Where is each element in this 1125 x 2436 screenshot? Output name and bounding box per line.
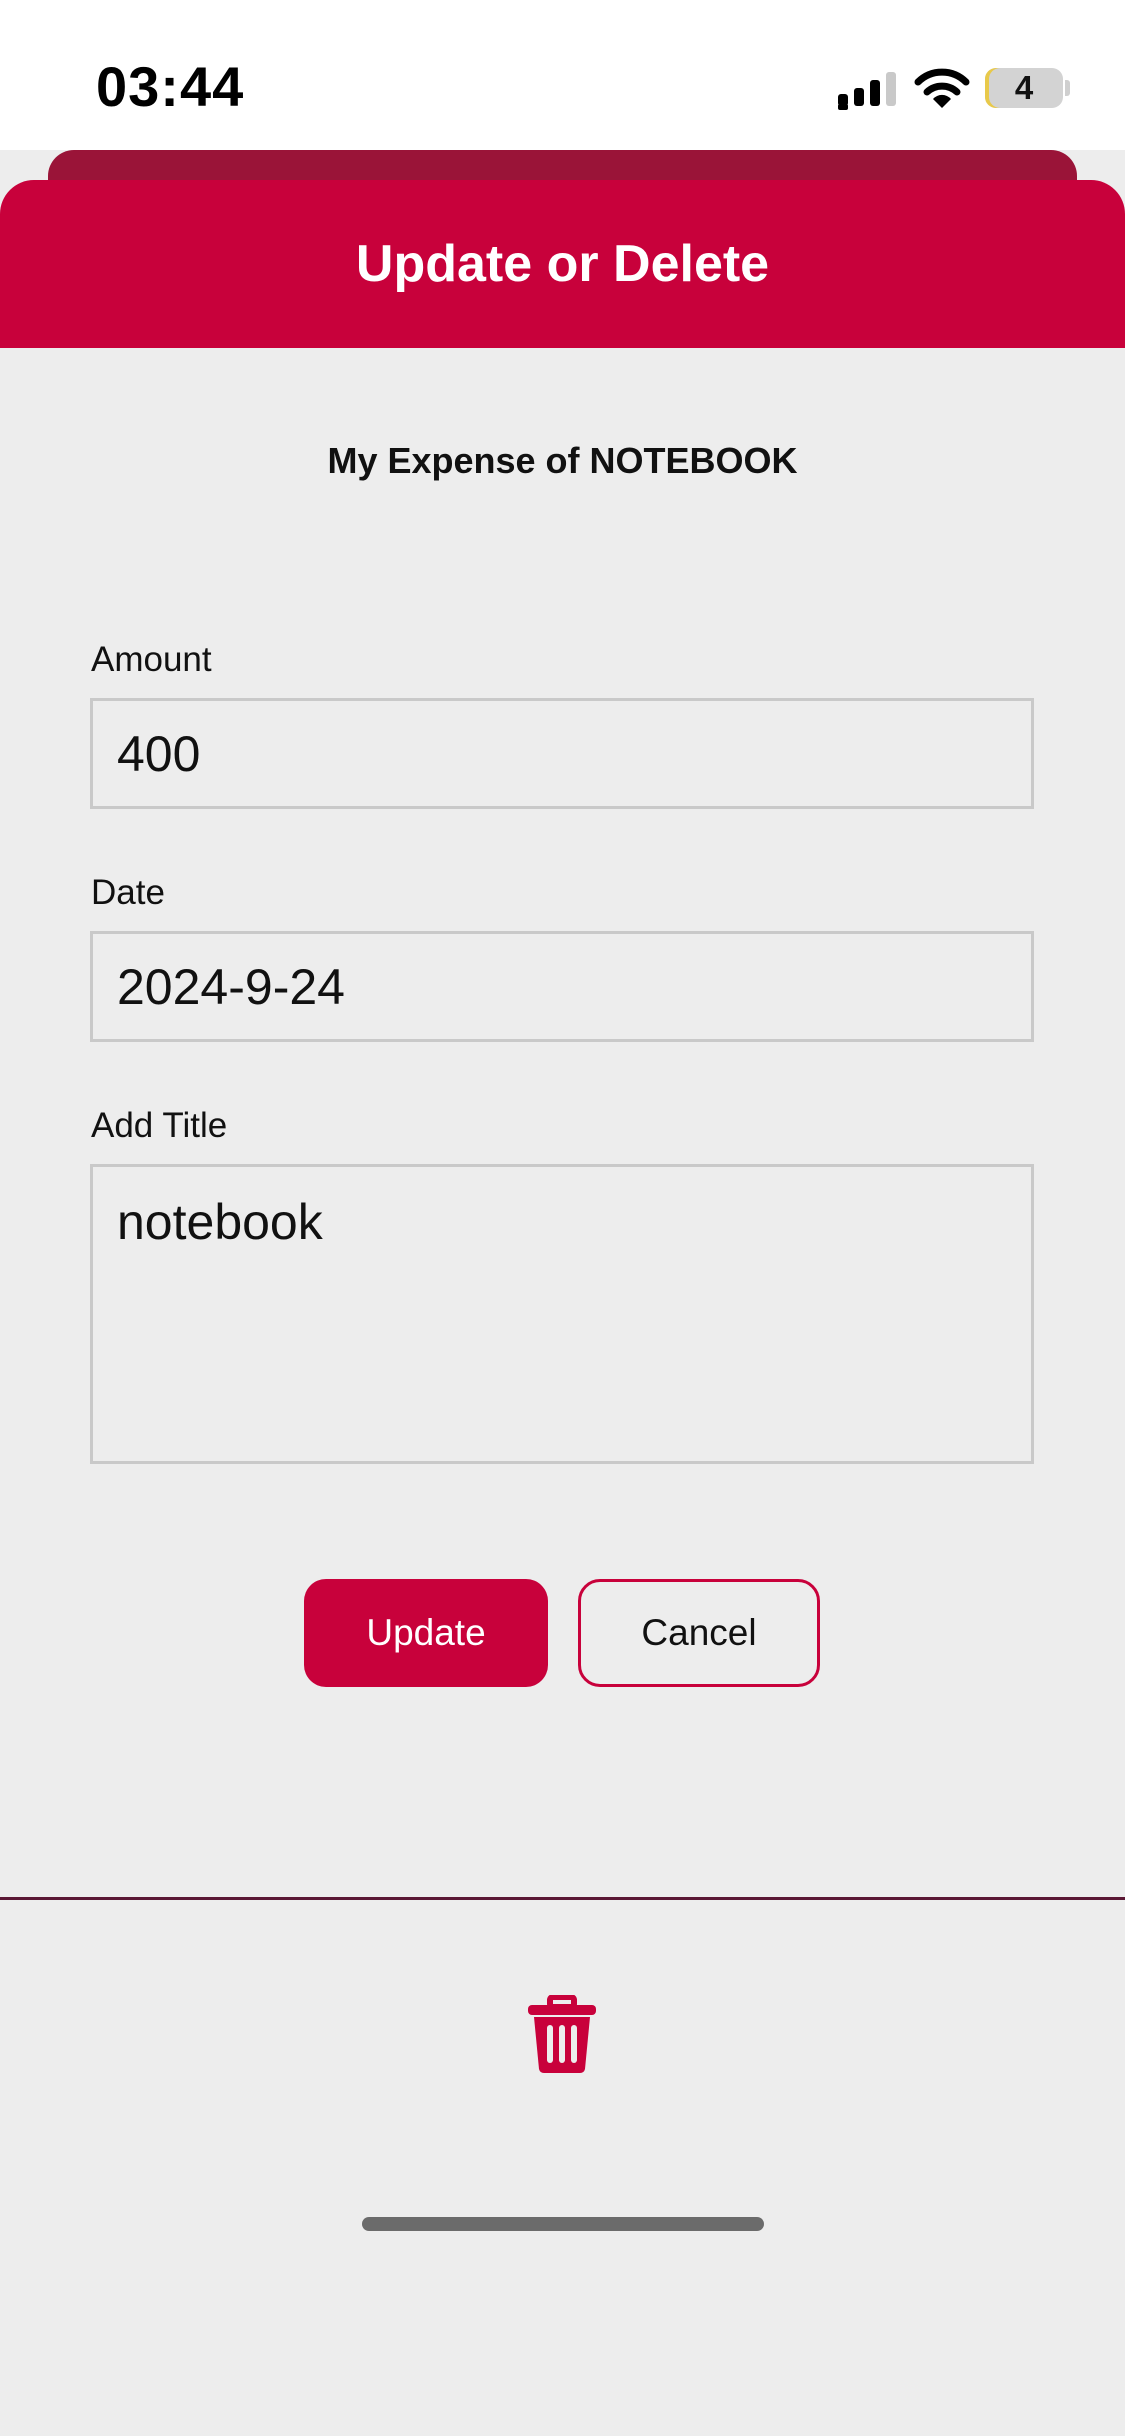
header: Update or Delete (0, 180, 1125, 348)
cancel-button-label: Cancel (641, 1612, 757, 1653)
home-indicator[interactable] (362, 2217, 764, 2231)
wifi-icon (914, 68, 970, 108)
update-button[interactable]: Update (304, 1579, 548, 1687)
title-value: notebook (117, 1194, 323, 1250)
cancel-button[interactable]: Cancel (578, 1579, 820, 1687)
date-value: 2024-9-24 (117, 958, 345, 1015)
trash-icon[interactable] (526, 1995, 598, 2075)
cellular-signal-icon (838, 72, 896, 110)
battery-level: 4 (1014, 69, 1034, 106)
battery-icon: 4 (985, 68, 1063, 108)
title-label: Add Title (91, 1106, 228, 1145)
divider (0, 1897, 1125, 1900)
amount-field[interactable]: 400 (90, 698, 1034, 809)
title-textarea[interactable]: notebook (90, 1164, 1034, 1464)
amount-label: Amount (91, 640, 212, 679)
update-button-label: Update (366, 1612, 486, 1653)
update-delete-sheet: Update or Delete My Expense of NOTEBOOK … (0, 180, 1125, 2436)
battery-nub (1065, 80, 1070, 96)
amount-value: 400 (117, 725, 201, 782)
date-field[interactable]: 2024-9-24 (90, 931, 1034, 1042)
status-bar: 03:44 4 (0, 0, 1125, 150)
date-label: Date (91, 873, 165, 912)
page-title: Update or Delete (355, 235, 770, 293)
expense-subtitle: My Expense of NOTEBOOK (327, 440, 798, 481)
status-time: 03:44 (96, 55, 245, 118)
